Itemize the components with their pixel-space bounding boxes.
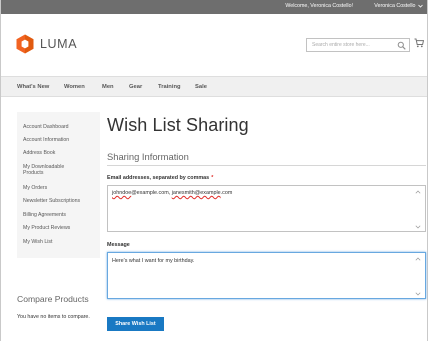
account-sidebar: Account Dashboard Account Information Ad… [17,112,100,258]
sidebar-item-address-book[interactable]: Address Book [23,150,99,156]
nav-item-training[interactable]: Training [158,84,181,90]
account-menu[interactable]: Veronica Costello [374,3,423,9]
message-textarea[interactable]: Here's what I want for my birthday. [107,252,426,299]
compare-products-empty-note: You have no items to compare. [17,314,90,320]
search-placeholder: Search entire store here... [312,42,370,48]
section-divider [107,165,426,166]
sidebar-item-billing-agreements[interactable]: Billing Agreements [23,212,99,218]
emails-value-part-2: @example.com, [131,190,172,196]
emails-value-part-3: janesmith@example [171,190,221,196]
emails-value: johndoe@example.com, janesmith@example.c… [112,190,232,196]
scroll-down-icon[interactable] [415,292,421,296]
nav-item-whats-new[interactable]: What's New [17,84,49,90]
message-scrollbar[interactable] [415,257,421,296]
nav-item-women[interactable]: Women [64,84,85,90]
scroll-down-icon[interactable] [415,225,421,229]
site-header: LUMA Search entire store here... [1,14,427,76]
welcome-message: Welcome, Veronica Costello! [285,3,353,9]
main-navigation: What's New Women Men Gear Training Sale [1,76,427,97]
emails-label-text: Email addresses, separated by commas [107,175,210,181]
emails-value-part-4: .com [220,190,233,196]
nav-item-sale[interactable]: Sale [195,84,207,90]
logo-text: LUMA [40,37,78,51]
welcome-bar: Welcome, Veronica Costello! Veronica Cos… [1,0,427,14]
sidebar-item-newsletter[interactable]: Newsletter Subscriptions [23,198,99,204]
account-name: Veronica Costello [374,3,416,9]
emails-value-part-1: johndoe [112,190,132,196]
emails-label: Email addresses, separated by commas * [107,175,213,181]
sidebar-item-downloadable-products[interactable]: My Downloadable Products [23,164,81,176]
scroll-up-icon[interactable] [415,190,421,194]
sidebar-item-product-reviews[interactable]: My Product Reviews [23,225,99,231]
message-value: Here's what I want for my birthday. [112,258,195,264]
nav-item-men[interactable]: Men [102,84,114,90]
sidebar-item-my-orders[interactable]: My Orders [23,185,99,191]
section-title: Sharing Information [107,151,189,162]
emails-scrollbar[interactable] [415,190,421,229]
luma-logo-icon [16,34,34,54]
compare-products-title: Compare Products [17,294,89,304]
scroll-up-icon[interactable] [415,257,421,261]
sidebar-item-account-information[interactable]: Account Information [23,137,99,143]
emails-textarea[interactable]: johndoe@example.com, janesmith@example.c… [107,185,426,232]
cart-icon[interactable] [414,38,424,48]
share-wish-list-button[interactable]: Share Wish List [107,317,164,331]
sidebar-item-account-dashboard[interactable]: Account Dashboard [23,124,99,130]
sidebar-item-my-wish-list[interactable]: My Wish List [23,239,99,245]
message-label: Message [107,242,130,248]
page-title: Wish List Sharing [107,115,249,135]
search-input[interactable]: Search entire store here... [306,38,410,52]
logo-link[interactable]: LUMA [16,34,77,54]
search-icon[interactable] [397,41,406,50]
required-marker: * [211,175,214,181]
nav-item-gear[interactable]: Gear [129,84,142,90]
chevron-down-icon [418,4,423,8]
